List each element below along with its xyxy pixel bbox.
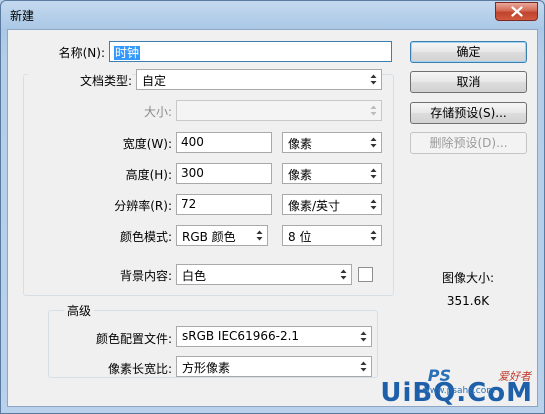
updown-arrow-icon xyxy=(370,137,377,148)
updown-arrow-icon xyxy=(340,269,347,280)
name-value: 时钟 xyxy=(114,46,141,60)
color-mode-value: RGB 颜色 xyxy=(182,230,236,244)
save-preset-button[interactable]: 存储预设(S)... xyxy=(410,102,527,124)
color-profile-value: sRGB IEC61966-2.1 xyxy=(182,329,300,343)
height-input[interactable]: 300 xyxy=(176,163,272,184)
color-mode-label: 颜色模式: xyxy=(119,230,172,244)
size-select[interactable] xyxy=(176,100,382,121)
dialog-body: 名称(N): 时钟 文档类型: 自定 大小: 宽度(W): 400 像素 高度(… xyxy=(7,29,538,408)
updown-arrow-icon xyxy=(360,361,367,372)
width-label: 宽度(W): xyxy=(122,137,172,151)
color-profile-select[interactable]: sRGB IEC61966-2.1 xyxy=(176,326,372,347)
advanced-title: 高级 xyxy=(64,302,95,319)
ok-button[interactable]: 确定 xyxy=(410,41,527,63)
updown-arrow-icon xyxy=(370,199,377,210)
color-profile-label: 颜色配置文件: xyxy=(95,332,172,346)
width-input[interactable]: 400 xyxy=(176,132,272,153)
close-button[interactable] xyxy=(495,2,538,21)
pixel-aspect-select[interactable]: 方形像素 xyxy=(176,356,372,377)
updown-arrow-icon xyxy=(370,230,377,241)
updown-arrow-icon xyxy=(256,230,263,241)
resolution-label: 分辨率(R): xyxy=(114,199,172,213)
bit-depth-select[interactable]: 8 位 xyxy=(282,225,382,246)
resolution-unit-select[interactable]: 像素/英寸 xyxy=(282,194,382,215)
size-label: 大小: xyxy=(143,105,172,119)
height-unit-select[interactable]: 像素 xyxy=(282,163,382,184)
title-bar[interactable]: 新建 xyxy=(1,1,544,29)
background-value: 白色 xyxy=(182,269,207,283)
watermark-url: www.psahz.com xyxy=(422,386,495,396)
updown-arrow-icon xyxy=(360,331,367,342)
pixel-aspect-value: 方形像素 xyxy=(182,361,231,375)
image-size-value: 351.6K xyxy=(446,294,490,308)
height-label: 高度(H): xyxy=(125,168,172,182)
background-color-swatch[interactable] xyxy=(358,267,373,282)
updown-arrow-icon xyxy=(370,74,377,85)
window-title: 新建 xyxy=(10,9,35,23)
preset-value: 自定 xyxy=(142,74,167,88)
width-unit-select[interactable]: 像素 xyxy=(282,132,382,153)
background-select[interactable]: 白色 xyxy=(176,264,352,285)
updown-arrow-icon xyxy=(370,168,377,179)
updown-arrow-icon xyxy=(370,105,377,116)
name-input[interactable]: 时钟 xyxy=(109,41,392,62)
new-document-dialog: 新建 名称(N): 时钟 文档类型: 自定 大小: 宽度(W): 400 像素 xyxy=(0,0,545,414)
pixel-aspect-label: 像素长宽比: xyxy=(107,362,172,376)
color-mode-select[interactable]: RGB 颜色 xyxy=(176,225,268,246)
resolution-unit-value: 像素/英寸 xyxy=(288,199,341,213)
image-size-label: 图像大小: xyxy=(441,271,495,285)
height-unit-value: 像素 xyxy=(288,168,313,182)
cancel-button[interactable]: 取消 xyxy=(410,71,527,93)
close-icon xyxy=(510,6,523,17)
watermark: PS 爱好者 UiBQ.CoM www.psahz.com xyxy=(373,366,533,408)
resolution-input[interactable]: 72 xyxy=(176,194,272,215)
bit-depth-value: 8 位 xyxy=(288,230,312,244)
background-label: 背景内容: xyxy=(119,269,172,283)
name-label: 名称(N): xyxy=(58,46,105,60)
width-unit-value: 像素 xyxy=(288,137,313,151)
preset-select[interactable]: 自定 xyxy=(136,69,382,90)
delete-preset-button[interactable]: 删除预设(D)... xyxy=(410,132,527,154)
preset-label: 文档类型: xyxy=(28,72,132,89)
